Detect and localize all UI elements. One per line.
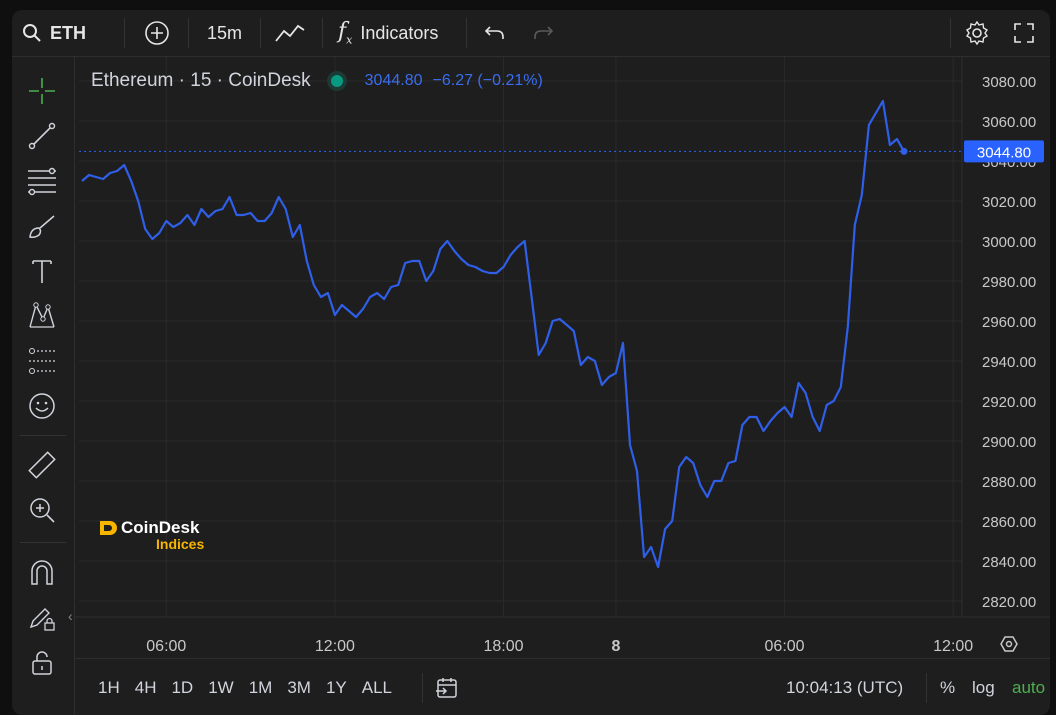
legend-title: Ethereum · 15 · CoinDesk — [91, 70, 311, 91]
plus-circle-icon — [145, 21, 169, 45]
interval-button[interactable]: 15m — [207, 10, 242, 56]
y-tick-label: 3000.00 — [982, 234, 1036, 251]
percent-toggle[interactable]: % — [940, 659, 955, 715]
y-tick-label: 2900.00 — [982, 434, 1036, 451]
chart-legend: Ethereum · 15 · CoinDesk 3044.80 −6.27 (… — [91, 70, 543, 92]
range-3m[interactable]: 3M — [287, 678, 311, 698]
search-icon — [23, 24, 41, 42]
x-tick-label: 8 — [611, 638, 620, 655]
axis-settings-icon[interactable] — [1000, 636, 1018, 652]
range-all[interactable]: ALL — [362, 678, 392, 698]
crosshair-icon — [29, 78, 55, 104]
fib-retracement-icon — [28, 167, 56, 196]
unlock-icon — [32, 651, 52, 675]
collapse-toolbar-chevron-icon[interactable]: ‹ — [68, 608, 73, 624]
y-tick-label: 2960.00 — [982, 314, 1036, 331]
text-icon — [32, 260, 52, 283]
y-tick-label: 3060.00 — [982, 114, 1036, 131]
range-1y[interactable]: 1Y — [326, 678, 347, 698]
ruler-icon — [28, 451, 56, 479]
last-price-label: 3044.80 — [977, 144, 1031, 161]
y-tick-label: 2880.00 — [982, 474, 1036, 491]
text-tool[interactable] — [26, 255, 58, 287]
range-4h[interactable]: 4H — [135, 678, 157, 698]
forecast-tool[interactable] — [26, 345, 58, 377]
x-tick-label: 18:00 — [484, 638, 524, 655]
symbol-search[interactable]: ETH — [22, 10, 86, 56]
settings-button[interactable] — [964, 10, 990, 56]
last-price-dot — [900, 147, 908, 155]
brush-icon — [29, 215, 55, 238]
coindesk-logo-icon — [100, 521, 117, 535]
pattern-tool[interactable] — [26, 300, 58, 332]
range-buttons: 1H 4H 1D 1W 1M 3M 1Y ALL — [98, 659, 392, 715]
emoji-tool[interactable] — [26, 390, 58, 422]
x-tick-label: 06:00 — [765, 638, 805, 655]
range-1m[interactable]: 1M — [249, 678, 273, 698]
logo-line1: CoinDesk — [121, 518, 200, 537]
undo-icon — [484, 26, 504, 39]
bottom-toolbar: 1H 4H 1D 1W 1M 3M 1Y ALL 10:04:13 (UTC) … — [74, 658, 1050, 715]
trend-line-icon — [28, 122, 56, 150]
pattern-icon — [29, 302, 55, 328]
trend-line-tool[interactable] — [26, 120, 58, 152]
clock-time[interactable]: 10:04:13 (UTC) — [786, 659, 903, 715]
symbol-label: ETH — [50, 22, 86, 43]
y-tick-label: 3080.00 — [982, 74, 1036, 91]
plot-area — [79, 57, 962, 617]
function-icon: fx — [338, 19, 353, 47]
fullscreen-button[interactable] — [1012, 10, 1036, 56]
fib-tool[interactable] — [26, 165, 58, 197]
interval-label: 15m — [207, 22, 243, 43]
auto-toggle[interactable]: auto — [1012, 659, 1045, 715]
brush-tool[interactable] — [26, 210, 58, 242]
top-toolbar: ETH 15m fx Indicators — [12, 10, 1050, 57]
magnet-icon — [31, 560, 53, 585]
indicators-button[interactable]: fx Indicators — [338, 10, 438, 56]
line-chart-icon — [275, 24, 305, 42]
legend-change: −6.27 (−0.21%) — [432, 72, 543, 89]
indicators-label: Indicators — [360, 22, 439, 43]
logo-line2: Indices — [156, 536, 205, 552]
smiley-icon — [29, 393, 55, 419]
forecast-icon — [29, 348, 55, 374]
measure-tool[interactable] — [26, 449, 58, 481]
pencil-lock-icon — [29, 608, 55, 631]
range-1h[interactable]: 1H — [98, 678, 120, 698]
legend-price: 3044.80 — [364, 72, 423, 89]
goto-date-button[interactable] — [434, 659, 460, 715]
magnet-tool[interactable] — [26, 557, 58, 589]
market-status-icon — [330, 75, 343, 87]
fullscreen-icon — [1014, 23, 1034, 43]
range-1w[interactable]: 1W — [208, 678, 234, 698]
y-tick-label: 2820.00 — [982, 594, 1036, 611]
y-tick-label: 2940.00 — [982, 354, 1036, 371]
y-tick-label: 2980.00 — [982, 274, 1036, 291]
x-tick-label: 12:00 — [933, 638, 973, 655]
app-window: ETH 15m fx Indicators ‹ 2820.00 2840.00 … — [12, 10, 1050, 715]
drawing-toolbar — [12, 57, 75, 715]
y-tick-label: 2840.00 — [982, 554, 1036, 571]
price-chart[interactable]: 2820.00 2840.00 2860.00 2880.00 2900.00 2920.… — [74, 57, 1050, 660]
zoom-tool[interactable] — [26, 494, 58, 526]
undo-button[interactable] — [484, 10, 506, 56]
y-tick-label: 2920.00 — [982, 394, 1036, 411]
calendar-arrow-icon — [436, 678, 457, 698]
log-toggle[interactable]: log — [972, 659, 995, 715]
lock-tool[interactable] — [26, 647, 58, 679]
y-tick-label: 3020.00 — [982, 194, 1036, 211]
x-tick-label: 06:00 — [146, 638, 186, 655]
gear-icon — [966, 20, 988, 46]
crosshair-tool[interactable] — [26, 75, 58, 107]
redo-button[interactable] — [532, 10, 554, 56]
coindesk-logo: CoinDesk Indices — [97, 518, 204, 552]
x-tick-label: 12:00 — [315, 638, 355, 655]
y-tick-label: 2860.00 — [982, 514, 1036, 531]
zoom-in-icon — [30, 498, 55, 523]
compare-button[interactable] — [144, 10, 170, 56]
redo-icon — [534, 26, 554, 39]
chart-type-button[interactable] — [274, 10, 306, 56]
lock-drawings-tool[interactable] — [26, 602, 58, 634]
range-1d[interactable]: 1D — [171, 678, 193, 698]
